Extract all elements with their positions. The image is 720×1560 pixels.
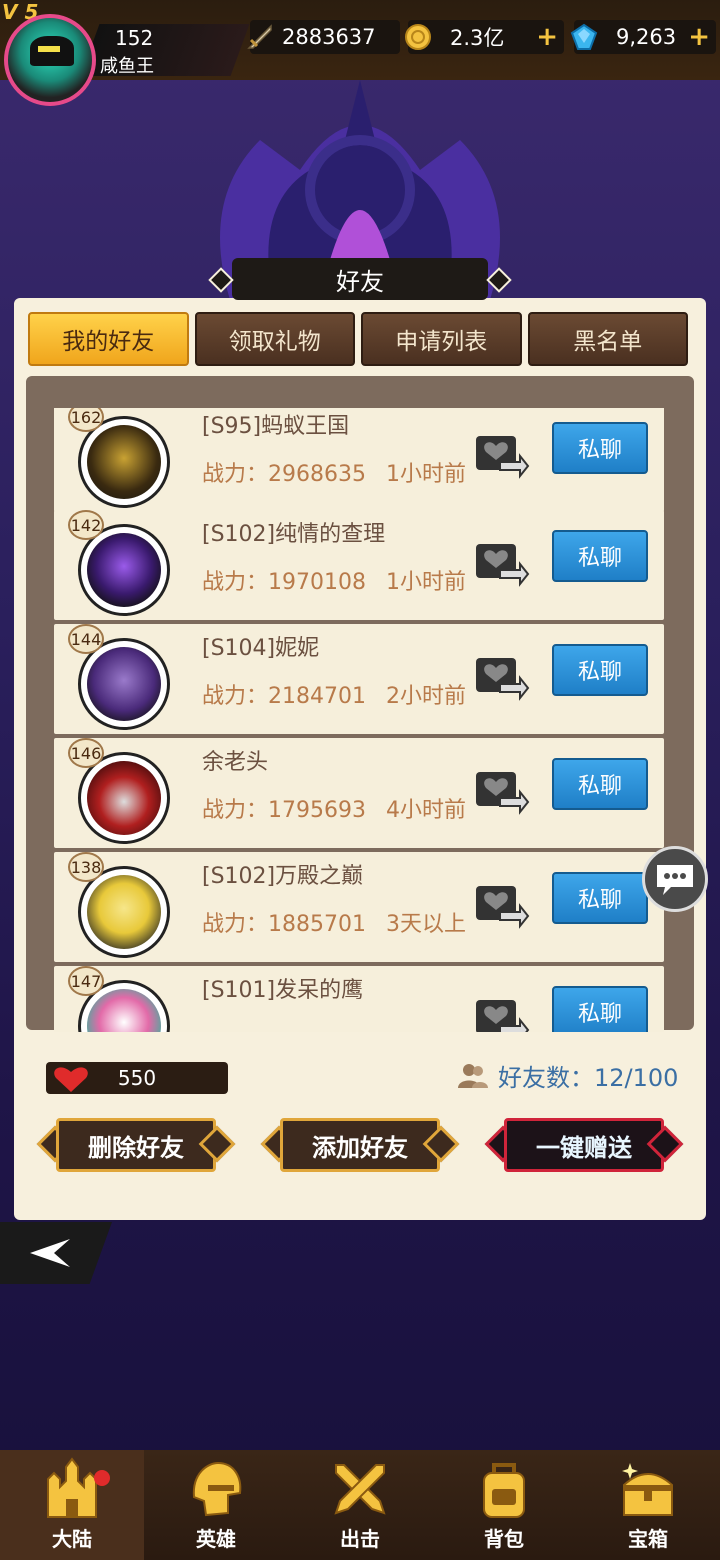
gift-all-button[interactable]: 一键赠送	[484, 1118, 684, 1172]
private-chat-button[interactable]: 私聊	[552, 872, 648, 924]
private-chat-button[interactable]: 私聊	[552, 422, 648, 474]
nav-continent[interactable]: 大陆	[0, 1450, 144, 1560]
send-heart-icon[interactable]	[472, 534, 530, 590]
friend-level: 146	[68, 738, 104, 768]
friend-name: [S101]发呆的鹰	[202, 978, 364, 1003]
friend-name: [S102]万殿之巅	[202, 864, 364, 889]
friend-power: 战力：1970108	[202, 570, 366, 595]
gold-value: 2.3亿	[450, 26, 505, 50]
chat-bubble-icon	[657, 865, 693, 895]
friend-row: 162 [S95]蚂蚁王国 战力：2968635 1小时前 私聊	[54, 408, 664, 512]
private-chat-button[interactable]: 私聊	[552, 644, 648, 696]
panel-title: 好友	[232, 258, 488, 300]
friend-list[interactable]: 162 [S95]蚂蚁王国 战力：2968635 1小时前 私聊 142 [S1…	[54, 408, 664, 1032]
private-chat-button[interactable]: 私聊	[552, 758, 648, 810]
friend-level: 147	[68, 966, 104, 996]
heart-value: 550	[117, 1066, 157, 1090]
gold-resource: 2.3亿 +	[405, 20, 564, 54]
friend-count-text: 好友数：12/100	[498, 1064, 679, 1092]
send-heart-icon[interactable]	[472, 648, 530, 704]
gift-all-label: 一键赠送	[536, 1133, 632, 1162]
backpack-icon	[483, 1463, 525, 1518]
chat-bubble-button[interactable]	[642, 846, 708, 912]
friend-last-online: 2小时前	[386, 684, 466, 709]
helmet-icon	[192, 1461, 242, 1517]
friend-power: 战力：2184701	[202, 684, 366, 709]
tab-bar: 我的好友 领取礼物 申请列表 黑名单	[28, 312, 688, 368]
send-heart-icon[interactable]	[472, 876, 530, 932]
tab-my-friends[interactable]: 我的好友	[28, 312, 189, 366]
send-heart-icon[interactable]	[472, 426, 530, 482]
friend-count: 好友数：12/100	[458, 1058, 678, 1093]
power-resource: 2883637	[247, 20, 400, 54]
nav-label: 大陆	[52, 1527, 92, 1551]
add-friend-button[interactable]: 添加好友	[260, 1118, 460, 1172]
nav-label: 出击	[340, 1527, 380, 1551]
friend-name: [S95]蚂蚁王国	[202, 414, 350, 439]
friend-row: 142 [S102]纯情的查理 战力：1970108 1小时前 私聊	[54, 510, 664, 620]
gem-icon	[568, 21, 600, 53]
player-name: 咸鱼王	[100, 56, 154, 77]
send-heart-icon[interactable]	[472, 762, 530, 818]
friend-level: 142	[68, 510, 104, 540]
nav-attack[interactable]: 出击	[288, 1450, 432, 1560]
add-friend-label: 添加好友	[312, 1133, 408, 1162]
friend-row: 138 [S102]万殿之巅 战力：1885701 3天以上 私聊	[54, 852, 664, 962]
tab-blacklist[interactable]: 黑名单	[527, 312, 688, 366]
nav-heroes[interactable]: 英雄	[144, 1450, 288, 1560]
delete-friend-label: 删除好友	[88, 1133, 184, 1162]
add-gem-button[interactable]: +	[688, 22, 710, 52]
coin-icon	[402, 21, 434, 53]
private-chat-button[interactable]: 私聊	[552, 986, 648, 1032]
friend-last-online: 4小时前	[386, 798, 466, 823]
friend-name: [S102]纯情的查理	[202, 522, 386, 547]
add-gold-button[interactable]: +	[536, 22, 558, 52]
nav-label: 英雄	[196, 1527, 236, 1551]
nav-backpack[interactable]: 背包	[432, 1450, 576, 1560]
private-chat-button[interactable]: 私聊	[552, 530, 648, 582]
tab-requests[interactable]: 申请列表	[361, 312, 522, 366]
delete-friend-button[interactable]: 删除好友	[36, 1118, 236, 1172]
sword-power-icon	[244, 21, 276, 53]
friend-last-online: 1小时前	[386, 570, 466, 595]
nav-label: 背包	[484, 1527, 524, 1551]
gem-value: 9,263	[616, 25, 677, 49]
back-arrow-icon	[30, 1239, 70, 1267]
notification-dot	[94, 1470, 110, 1486]
friend-last-online: 3天以上	[386, 912, 466, 937]
heart-counter: 550	[46, 1062, 228, 1094]
friend-name: [S104]妮妮	[202, 636, 320, 661]
friend-level: 144	[68, 624, 104, 654]
power-value: 2883637	[282, 25, 376, 49]
castle-icon	[47, 1457, 97, 1518]
send-heart-icon[interactable]	[472, 990, 530, 1032]
friend-power: 战力：2968635	[202, 462, 366, 487]
friend-row: 144 [S104]妮妮 战力：2184701 2小时前 私聊	[54, 624, 664, 734]
friend-level: 138	[68, 852, 104, 882]
friend-row: 147 [S101]发呆的鹰 私聊	[54, 966, 664, 1032]
people-icon	[458, 1063, 488, 1088]
friend-last-online: 1小时前	[386, 462, 466, 487]
player-level: 152	[115, 26, 154, 50]
gem-resource: 9,263 +	[570, 20, 716, 54]
bottom-nav: 大陆 英雄 出击 背包 宝箱	[0, 1450, 720, 1560]
crossed-swords-icon	[334, 1464, 386, 1515]
nav-label: 宝箱	[628, 1527, 668, 1551]
friend-power: 战力：1795693	[202, 798, 366, 823]
tab-claim-gifts[interactable]: 领取礼物	[194, 312, 355, 366]
player-avatar[interactable]	[4, 14, 96, 106]
back-button[interactable]	[0, 1222, 112, 1284]
nav-chest[interactable]: 宝箱	[576, 1450, 720, 1560]
friend-row: 146 余老头 战力：1795693 4小时前 私聊	[54, 738, 664, 848]
friend-name: 余老头	[202, 750, 269, 775]
friend-power: 战力：1885701	[202, 912, 366, 937]
heart-icon	[54, 1067, 88, 1092]
chest-icon	[622, 1463, 673, 1516]
